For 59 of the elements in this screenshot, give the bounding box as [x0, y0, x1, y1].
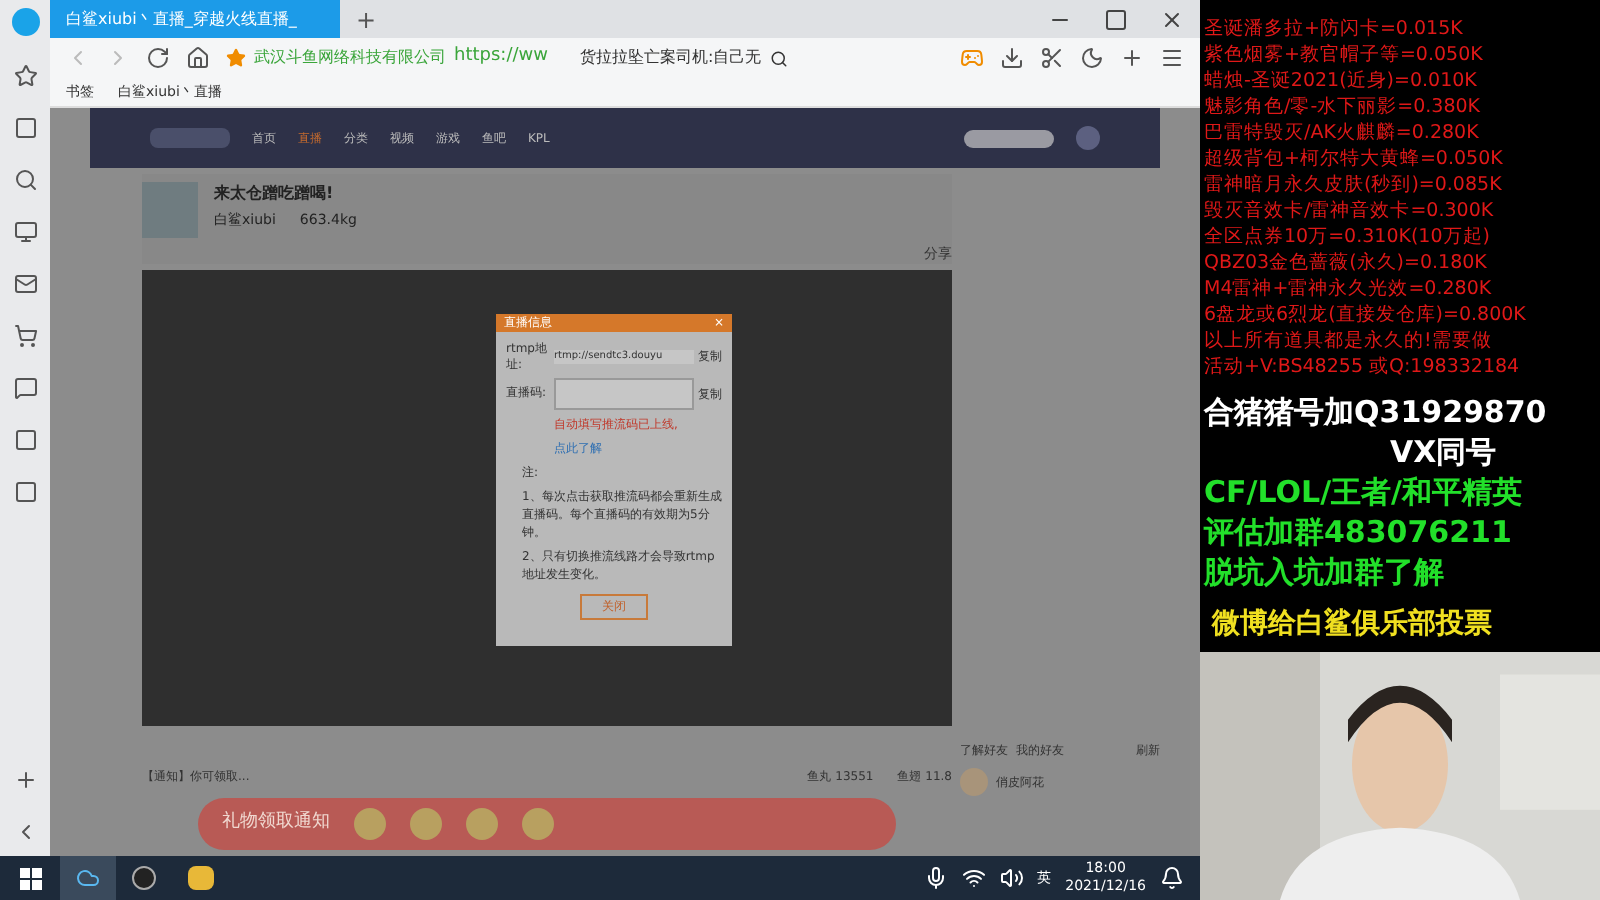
- price-line: 毁灭音效卡/雷神音效卡=0.300K: [1204, 198, 1496, 224]
- home-icon[interactable]: [186, 46, 210, 70]
- new-tab-button[interactable]: +: [340, 0, 393, 38]
- code-field[interactable]: [554, 378, 694, 410]
- gift-icon: [466, 808, 498, 840]
- browser-taskbar-icon[interactable]: [60, 856, 116, 900]
- volume-icon[interactable]: [999, 866, 1024, 890]
- gift-icon: [354, 808, 386, 840]
- promo-line: VX同号: [1388, 432, 1499, 472]
- reload-icon[interactable]: [146, 46, 170, 70]
- scissors-icon[interactable]: [1040, 46, 1064, 70]
- close-icon[interactable]: [1160, 7, 1184, 31]
- room-thumbnail: [142, 182, 198, 238]
- price-line: 巴雷特毁灭/AK火麒麟=0.280K: [1204, 120, 1481, 146]
- price-line: 以上所有道具都是永久的!需要做: [1204, 328, 1494, 354]
- promo-line: 合猪猪号加Q31929870: [1201, 392, 1549, 432]
- add-icon[interactable]: [1120, 46, 1144, 70]
- cart-icon[interactable]: [13, 324, 37, 348]
- gift-icon: [522, 808, 554, 840]
- monitor-icon[interactable]: [13, 220, 37, 244]
- microphone-icon[interactable]: [923, 866, 948, 890]
- price-line: 雷神暗月永久皮肤(秒到)=0.085K: [1204, 172, 1504, 198]
- price-line: M4雷神+雷神永久光效=0.280K: [1204, 276, 1494, 302]
- star-icon: [226, 48, 246, 68]
- avatar-icon: [960, 768, 988, 796]
- price-line: 蜡烛-圣诞2021(近身)=0.010K: [1204, 68, 1479, 94]
- price-line: 魅影角色/零-水下丽影=0.380K: [1204, 94, 1483, 120]
- promo-line: CF/LOL/王者/和平精英: [1202, 472, 1525, 512]
- maximize-icon[interactable]: [1104, 7, 1128, 31]
- price-line: 紫色烟雾+教官帽子等=0.050K: [1204, 42, 1485, 68]
- add-icon[interactable]: [13, 768, 37, 792]
- square-icon[interactable]: [13, 480, 37, 504]
- price-line: 活动+V:BS48255 或Q:198332184: [1204, 354, 1522, 380]
- promo-line: 微博给白鲨俱乐部投票: [1209, 605, 1494, 644]
- star-icon[interactable]: [13, 64, 37, 88]
- square-icon[interactable]: [13, 428, 37, 452]
- notification-icon[interactable]: [1160, 866, 1184, 890]
- search-icon[interactable]: [769, 49, 788, 67]
- tab-title: 白鲨xiubi丶直播_穿越火线直播_: [66, 7, 297, 31]
- price-line: 超级背包+柯尔特大黄蜂=0.050K: [1204, 146, 1505, 172]
- room-title: 来太仓蹭吃蹭喝!: [214, 182, 336, 206]
- square-icon[interactable]: [13, 116, 37, 140]
- mail-icon[interactable]: [13, 272, 37, 296]
- price-line: 6盘龙或6烈龙(直接发仓库)=0.800K: [1204, 302, 1528, 328]
- search-icon[interactable]: [13, 168, 37, 192]
- moon-icon[interactable]: [1080, 46, 1104, 70]
- price-line: 圣诞潘多拉+防闪卡=0.015K: [1204, 16, 1465, 42]
- chat-icon[interactable]: [13, 376, 37, 400]
- site-owner: 武汉斗鱼网络科技有限公司: [254, 46, 446, 70]
- promo-line: 脱坑入坑加群了解: [1201, 552, 1446, 592]
- search-field[interactable]: [964, 129, 1054, 147]
- banner-title: 礼物领取通知: [222, 810, 330, 837]
- price-line: QBZ03金色蔷薇(永久)=0.180K: [1204, 250, 1489, 276]
- url-text: https://ww: [454, 44, 548, 71]
- price-line: 全区点券10万=0.310K(10万起): [1204, 224, 1492, 250]
- menu-icon[interactable]: [1160, 46, 1184, 70]
- download-icon[interactable]: [1000, 46, 1024, 70]
- gift-icon: [410, 808, 442, 840]
- promo-line: 评估加群483076211: [1201, 512, 1514, 552]
